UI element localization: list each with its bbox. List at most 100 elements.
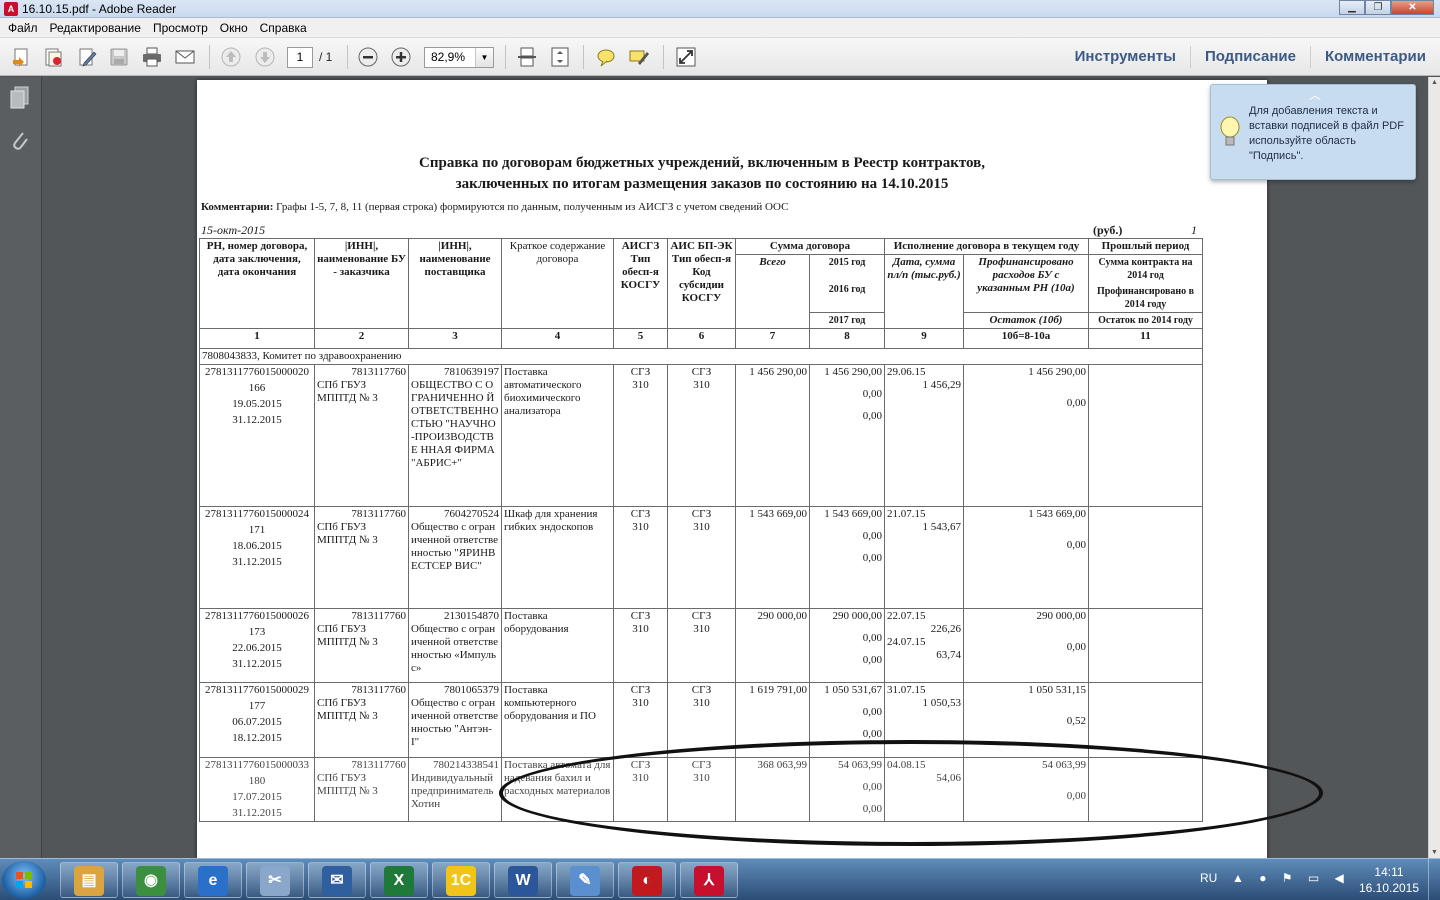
document-comment: Комментарии: Графы 1-5, 7, 8, 11 (первая… — [201, 201, 788, 213]
menu-edit[interactable]: Редактирование — [46, 18, 149, 37]
taskbar-app-button[interactable]: X — [370, 862, 428, 898]
excel-icon: X — [384, 866, 414, 896]
restore-button[interactable]: ❐ — [1365, 0, 1391, 15]
attachments-paperclip-icon[interactable] — [8, 127, 32, 153]
pdf-page: Справка по договорам бюджетных учреждени… — [197, 80, 1267, 858]
page-number-input[interactable]: 1 — [287, 47, 313, 68]
save-disk-icon — [110, 48, 128, 66]
toolbar-separator — [209, 45, 210, 69]
keyboard-language[interactable]: RU — [1200, 871, 1217, 885]
group-row: 7808043833, Комитет по здравоохранению — [199, 348, 1203, 365]
envelope-icon — [175, 50, 195, 64]
clock[interactable]: 14:11 16.10.2015 — [1354, 864, 1424, 896]
contract-number: 180 — [248, 775, 266, 787]
previous-page-button[interactable] — [220, 46, 244, 68]
scroll-mode-button[interactable] — [516, 46, 540, 68]
cell-ais-bp: СГЗ 310 — [667, 608, 736, 683]
sum-2015: 1 456 290,00 — [824, 366, 882, 378]
combine-files-button[interactable] — [42, 46, 66, 68]
show-desktop-button[interactable] — [1428, 859, 1440, 900]
table-header-row: РН, номер договора, дата заключения, дат… — [199, 238, 1203, 329]
next-page-button[interactable] — [254, 46, 278, 68]
mail-client-icon: ✉ — [322, 866, 352, 896]
menu-view[interactable]: Просмотр — [149, 18, 216, 37]
header-2014-sum: Сумма контракта на 2014 год — [1098, 257, 1193, 281]
chevron-down-icon[interactable]: ▼ — [475, 48, 493, 67]
supplier-inn: 7604270524 — [444, 508, 499, 520]
header-rest: Остаток (10б) — [963, 312, 1089, 329]
highlighter-icon — [629, 50, 649, 65]
taskbar-app-button[interactable]: ⅄ — [680, 862, 738, 898]
header-total: Всего — [735, 254, 810, 329]
menu-help[interactable]: Справка — [256, 18, 315, 37]
contracts-table: РН, номер договора, дата заключения, дат… — [199, 238, 1203, 822]
taskbar-app-button[interactable]: e — [184, 862, 242, 898]
taskbar-app-button[interactable]: W — [494, 862, 552, 898]
scroll-up-arrow-icon[interactable]: ▲ — [1431, 79, 1438, 86]
navigation-pane — [0, 77, 42, 858]
caret-up-icon[interactable]: ︿ — [1309, 86, 1321, 103]
taskbar-app-button[interactable]: ◉ — [122, 862, 180, 898]
financed-amount: 54 063,99 — [1042, 759, 1086, 771]
zoom-in-button[interactable] — [390, 46, 414, 68]
highlight-button[interactable] — [628, 46, 652, 68]
supplier-name: ОБЩЕСТВО С ОГРАНИЧЕННО Й ОТВЕТСТВЕННО СТ… — [411, 379, 499, 469]
cell-rn: 2781311776015000024 171 18.06.2015 31.12.20… — [199, 506, 315, 609]
email-button[interactable] — [174, 46, 198, 68]
date-start: 22.06.2015 — [232, 642, 282, 654]
zoom-out-button[interactable] — [357, 46, 381, 68]
header-prev-sums: Сумма контракта на 2014 год Профинансиро… — [1088, 254, 1203, 313]
menu-window[interactable]: Окно — [216, 18, 256, 37]
edit-pdf-button[interactable] — [76, 46, 100, 68]
page-thumbnails-icon[interactable] — [8, 85, 32, 111]
sum-2017: 0,00 — [862, 654, 882, 666]
taskbar-app-button[interactable]: ◐ — [618, 862, 676, 898]
combine-files-icon — [45, 48, 62, 67]
tray-icons[interactable]: ▲ ● ⚑ ▭ ◀ — [1232, 871, 1350, 885]
tab-tools[interactable]: Инструменты — [1061, 46, 1190, 68]
tab-comments[interactable]: Комментарии — [1309, 46, 1440, 68]
speech-bubble-icon — [597, 49, 615, 67]
fit-page-button[interactable] — [549, 46, 573, 68]
tab-sign[interactable]: Подписание — [1189, 46, 1310, 68]
payment-sum-2: 63,74 — [936, 649, 961, 661]
fullscreen-button[interactable] — [675, 46, 699, 68]
aisgz-type: СГЗ — [630, 508, 651, 520]
taskbar-app-button[interactable]: ▤ — [60, 862, 118, 898]
rest-amount: 0,00 — [1066, 641, 1086, 653]
start-button[interactable] — [2, 861, 46, 899]
payment-sum: 1 543,67 — [922, 521, 962, 533]
header-bu: |ИНН|, наименование БУ - заказчика — [314, 238, 409, 329]
vertical-scrollbar[interactable]: ▲ ▼ — [1428, 77, 1440, 858]
document-viewport[interactable]: Справка по договорам бюджетных учреждени… — [42, 77, 1428, 858]
col-num: 6 — [667, 328, 736, 349]
cell-rn: 2781311776015000026 173 22.06.2015 31.12.20… — [199, 608, 315, 683]
save-button[interactable] — [108, 46, 132, 68]
col-num: 7 — [735, 328, 810, 349]
zoom-level-value: 82,9% — [431, 50, 466, 64]
taskbar-app-button[interactable]: ✂ — [246, 862, 304, 898]
scroll-down-arrow-icon[interactable]: ▼ — [1431, 849, 1438, 856]
date-end: 18.12.2015 — [232, 732, 282, 744]
cell-ais-bp: СГЗ 310 — [667, 364, 736, 507]
date-start: 19.05.2015 — [232, 398, 282, 410]
taskbar-app-button[interactable]: ✎ — [556, 862, 614, 898]
col-num: 8 — [809, 328, 885, 349]
rn-number: 2781311776015000026 — [204, 610, 310, 622]
close-button[interactable]: ✕ — [1391, 0, 1434, 15]
menu-file[interactable]: Файл — [4, 18, 46, 37]
add-comment-button[interactable] — [595, 46, 619, 68]
cell-aisgz: СГЗ 310 — [613, 682, 668, 758]
minimize-button[interactable]: ▁ — [1339, 0, 1365, 15]
payment-date: 29.06.15 — [887, 366, 926, 378]
print-button[interactable] — [141, 46, 165, 68]
create-pdf-button[interactable] — [10, 46, 34, 68]
cell-bu: 7813117760 СПб ГБУЗ МППТД № 3 — [314, 364, 409, 507]
ais-bp-type: СГЗ — [691, 759, 712, 771]
taskbar-app-button[interactable]: ✉ — [308, 862, 366, 898]
aisgz-kosgu: 310 — [632, 379, 649, 391]
cell-total: 1 543 669,00 — [735, 506, 810, 609]
zoom-level-select[interactable]: 82,9% ▼ — [424, 47, 494, 68]
page-number-label: 1 — [1191, 223, 1197, 237]
taskbar-app-button[interactable]: 1С — [432, 862, 490, 898]
